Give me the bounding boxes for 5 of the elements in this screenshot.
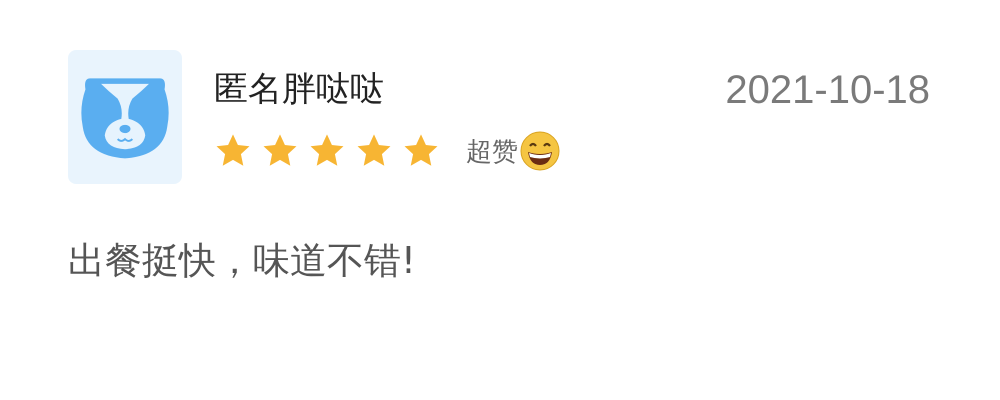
rating-label: 超赞 [466, 136, 518, 168]
review-date: 2021-10-18 [725, 68, 930, 113]
grin-emoji-icon [520, 131, 560, 171]
review-comment: 出餐挺快，味道不错! [68, 238, 417, 284]
user-name: 匿名胖哒哒 [214, 68, 384, 110]
